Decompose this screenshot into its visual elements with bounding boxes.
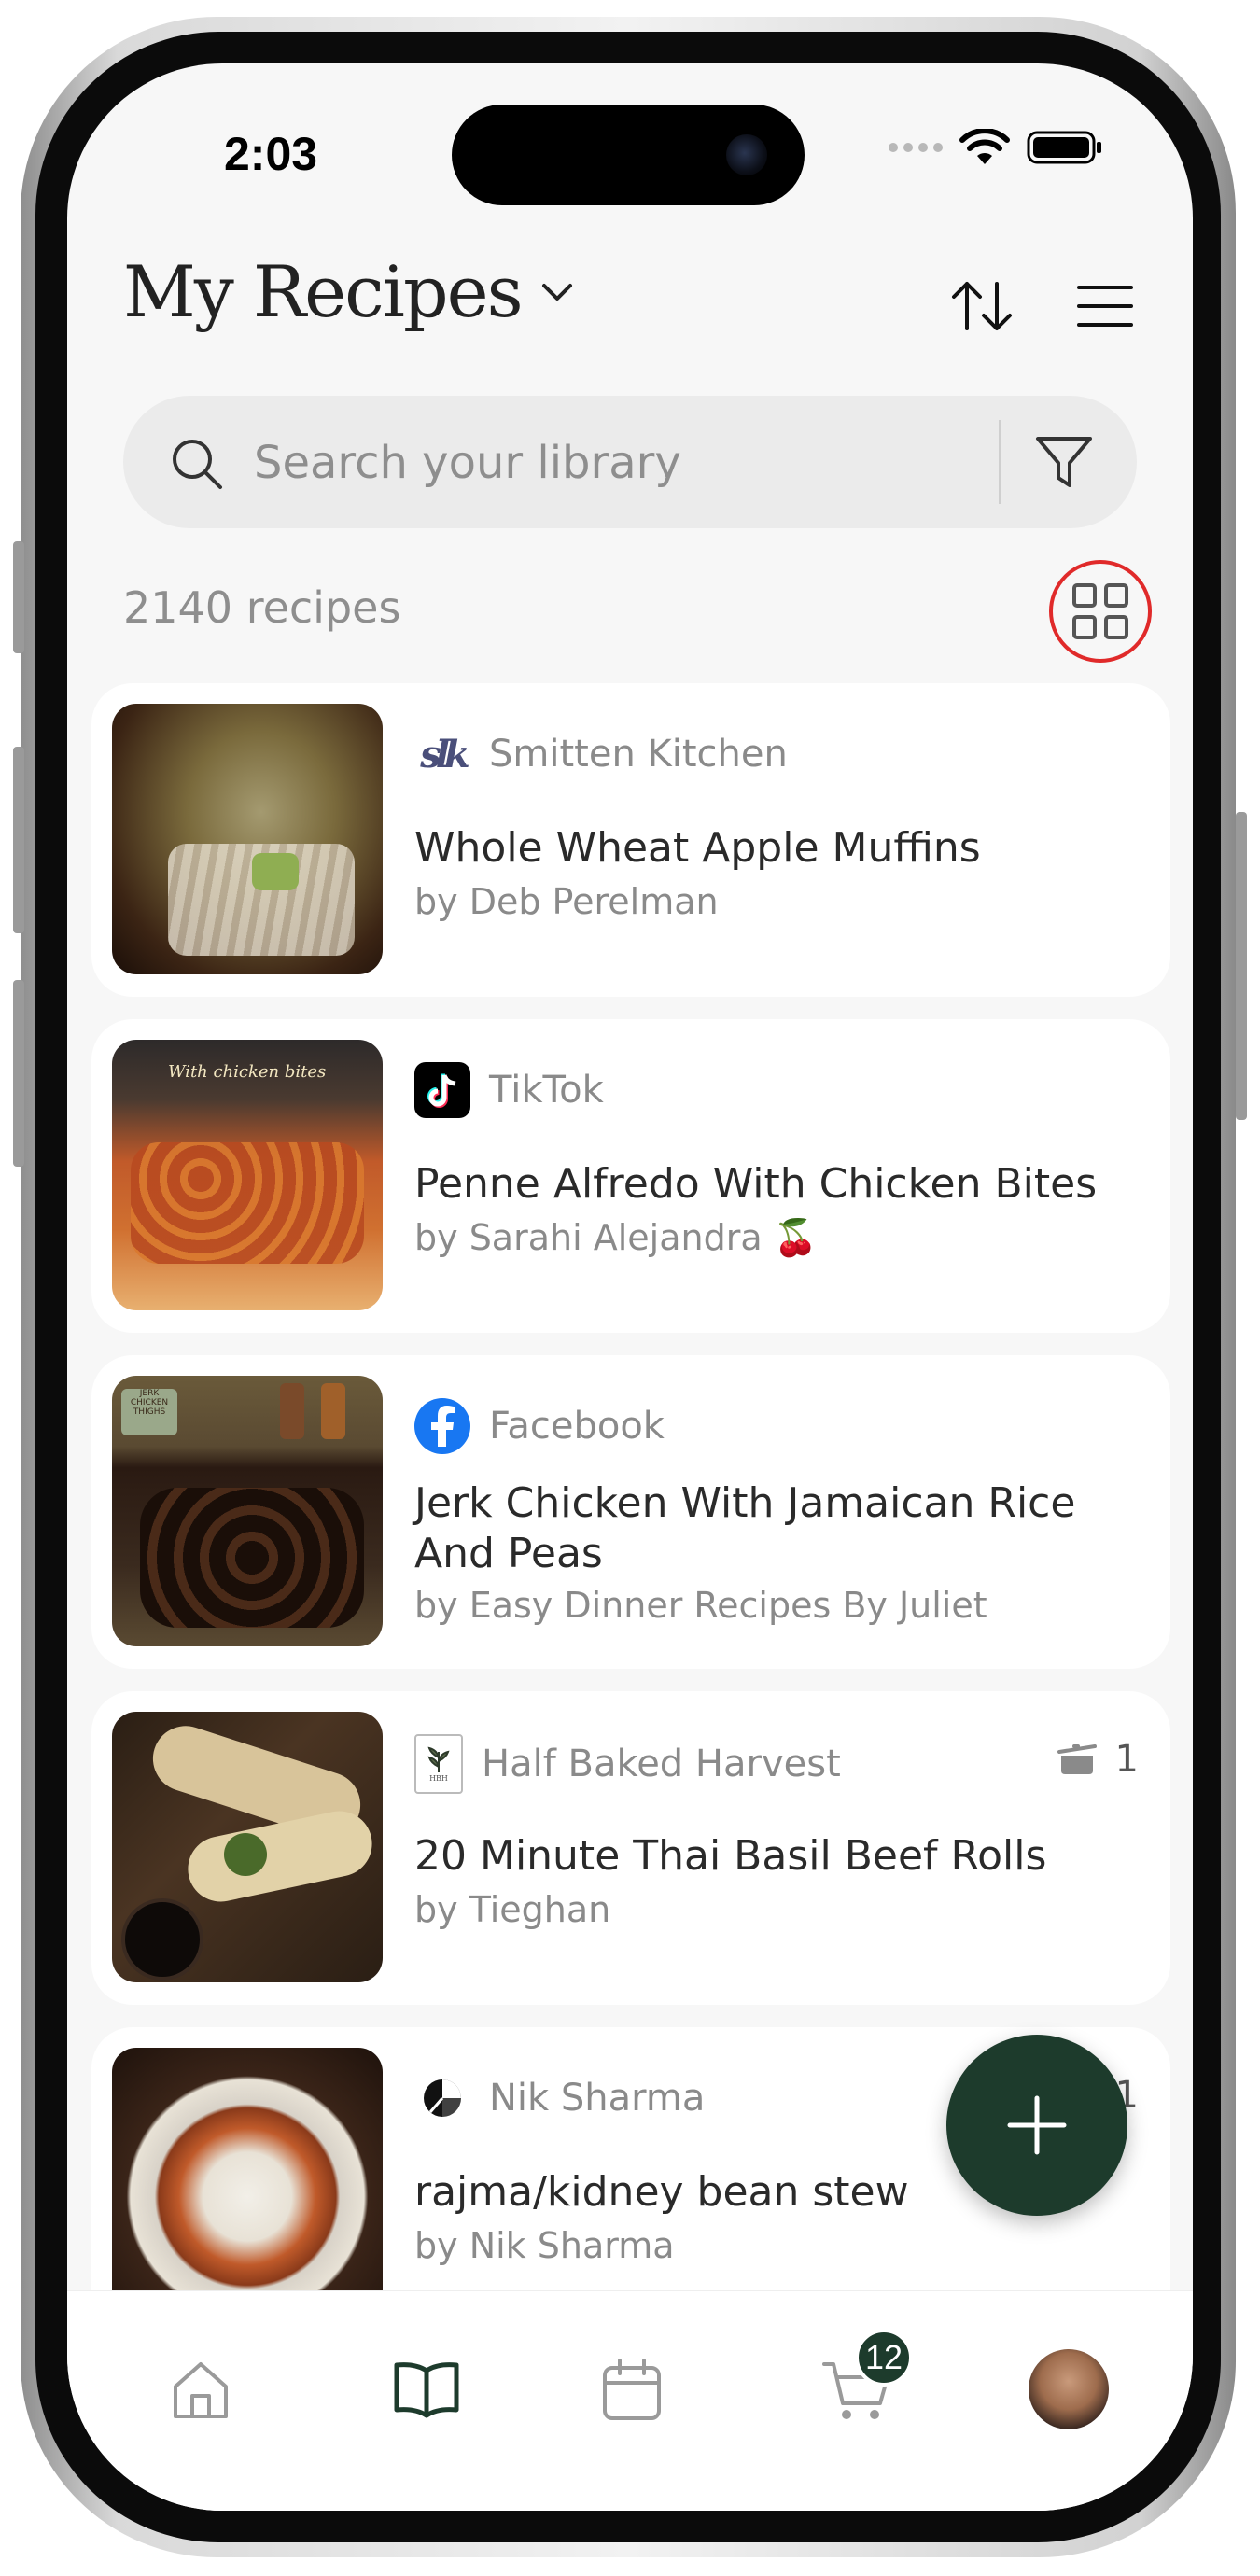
tab-meal-plan[interactable]: [581, 2338, 683, 2441]
volume-up-button: [13, 747, 24, 933]
recipe-author: by Sarahi Alejandra 🍒: [414, 1217, 819, 1258]
divider: [999, 420, 1001, 504]
recipe-thumbnail: JERK CHICKEN THIGHS: [112, 1376, 383, 1646]
recipe-author: by Nik Sharma: [414, 2225, 675, 2266]
tab-bar: 12: [67, 2290, 1193, 2511]
battery-icon: [1027, 131, 1101, 164]
home-icon: [174, 2362, 228, 2418]
recipe-thumbnail: With chicken bites: [112, 1040, 383, 1310]
recipe-source: Facebook: [414, 1398, 665, 1454]
calendar-icon: [603, 2359, 661, 2420]
status-indicators: [889, 129, 1103, 166]
menu-icon[interactable]: [1075, 276, 1135, 336]
recipe-title: Jerk Chicken With Jamaican Rice And Peas: [414, 1479, 1076, 1577]
facebook-logo-icon: [414, 1398, 470, 1454]
recipe-author: by Easy Dinner Recipes By Juliet: [414, 1585, 987, 1626]
recipe-title: Whole Wheat Apple Muffins: [414, 824, 981, 872]
filter-icon[interactable]: [1034, 433, 1094, 491]
dynamic-island: [452, 105, 805, 205]
cooked-count: 1: [1056, 1738, 1139, 1781]
volume-down-button: [13, 980, 24, 1167]
page-title: My Recipes: [123, 250, 524, 333]
sort-icon[interactable]: [948, 276, 1015, 336]
recipe-source: HBH Half Baked Harvest: [414, 1734, 841, 1794]
recipe-title: Penne Alfredo With Chicken Bites: [414, 1160, 1098, 1208]
book-icon: [394, 2362, 459, 2418]
screen: 2:03 My Recipes Search your library 2140…: [67, 63, 1193, 2511]
recipe-author: by Deb Perelman: [414, 881, 719, 922]
smitten-kitchen-logo-icon: slk: [420, 732, 469, 777]
recipe-source: Nik Sharma: [414, 2070, 705, 2126]
chevron-down-icon: [541, 283, 572, 301]
recipe-thumbnail: [112, 1712, 383, 1982]
tab-profile[interactable]: [1017, 2338, 1120, 2441]
recipe-source: slk Smitten Kitchen: [414, 726, 788, 782]
add-icon: [1007, 2095, 1067, 2155]
recipe-thumbnail: [112, 704, 383, 974]
recipe-source: TikTok: [414, 1062, 604, 1118]
source-name: Smitten Kitchen: [489, 733, 788, 776]
cookware-icon: [1057, 1744, 1097, 1774]
recipe-author: by Tieghan: [414, 1889, 611, 1930]
grid-view-icon: [1072, 583, 1128, 639]
tab-groceries[interactable]: 12: [805, 2329, 913, 2441]
grid-view-toggle[interactable]: [1049, 560, 1152, 663]
source-name: Nik Sharma: [489, 2077, 706, 2120]
source-name: Half Baked Harvest: [482, 1743, 841, 1785]
recipe-title: 20 Minute Thai Basil Beef Rolls: [414, 1832, 1047, 1880]
nik-sharma-logo-icon: [414, 2070, 470, 2126]
recipe-card[interactable]: HBH Half Baked Harvest 1 20 Minute Thai …: [91, 1691, 1170, 2005]
recipe-card[interactable]: With chicken bites TikTok Penne Alfredo …: [91, 1019, 1170, 1333]
wifi-icon: [959, 129, 1010, 164]
recipe-count: 2140 recipes: [123, 582, 401, 633]
avatar: [1029, 2349, 1109, 2429]
tab-recipes[interactable]: [375, 2338, 478, 2441]
status-time: 2:03: [224, 128, 318, 180]
search-icon: [173, 440, 222, 489]
signal-icon: [889, 143, 943, 152]
add-recipe-button[interactable]: [946, 2035, 1127, 2216]
cart-badge: 12: [855, 2329, 913, 2387]
mute-switch: [13, 541, 24, 653]
camera-icon: [726, 134, 767, 175]
power-button: [1236, 812, 1247, 1120]
library-selector[interactable]: My Recipes: [123, 250, 576, 333]
tab-home[interactable]: [149, 2338, 252, 2441]
source-name: TikTok: [489, 1069, 604, 1112]
search-input[interactable]: Search your library: [254, 437, 681, 489]
recipe-card[interactable]: slk Smitten Kitchen Whole Wheat Apple Mu…: [91, 683, 1170, 997]
recipe-card[interactable]: JERK CHICKEN THIGHS Facebook Jerk Chicke…: [91, 1355, 1170, 1669]
recipe-thumbnail: [112, 2048, 383, 2318]
search-bar[interactable]: Search your library: [123, 396, 1137, 528]
half-baked-harvest-logo-icon: HBH: [414, 1734, 463, 1794]
tiktok-logo-icon: [414, 1062, 470, 1118]
source-name: Facebook: [489, 1405, 665, 1448]
